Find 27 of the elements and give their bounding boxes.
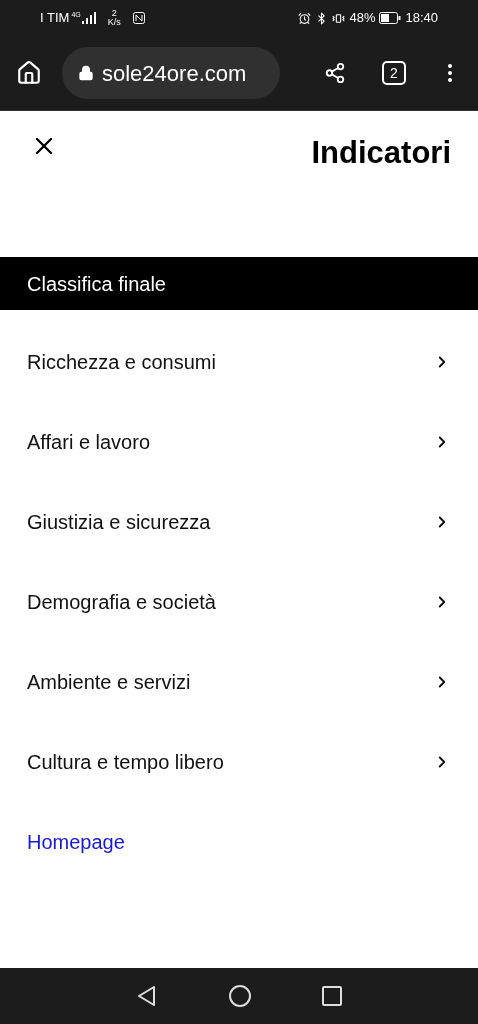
tabs-button[interactable]: 2: [382, 61, 406, 85]
battery-percent: 48%: [349, 9, 376, 28]
back-icon[interactable]: [136, 985, 158, 1007]
clock-time: 18:40: [405, 9, 438, 28]
nfc-icon: [132, 12, 145, 24]
menu-item[interactable]: Demografia e società: [0, 562, 478, 642]
carrier-name: I TIM: [40, 9, 70, 28]
address-bar[interactable]: sole24ore.com: [62, 47, 280, 99]
homepage-link[interactable]: Homepage: [27, 827, 125, 857]
data-speed-unit: K/s: [107, 18, 121, 27]
menu-heading[interactable]: Classifica finale: [0, 257, 478, 310]
menu-item[interactable]: Affari e lavoro: [0, 402, 478, 482]
home-icon[interactable]: [16, 60, 42, 86]
page-title: Indicatori: [311, 134, 451, 172]
recents-icon[interactable]: [322, 986, 342, 1006]
lock-icon: [78, 65, 94, 81]
vibrate-icon: [332, 11, 346, 25]
signal-icon: [81, 12, 96, 24]
alarm-icon: [298, 11, 312, 25]
menu-item[interactable]: Giustizia e sicurezza: [0, 482, 478, 562]
battery-icon: [379, 12, 402, 24]
menu-item[interactable]: Cultura e tempo libero: [0, 722, 478, 802]
menu-item[interactable]: Ricchezza e consumi: [0, 322, 478, 402]
data-speed: 2: [111, 9, 117, 18]
menu-item[interactable]: Ambiente e servizi: [0, 642, 478, 722]
share-icon[interactable]: [324, 62, 346, 84]
home-button-icon[interactable]: [228, 984, 252, 1008]
